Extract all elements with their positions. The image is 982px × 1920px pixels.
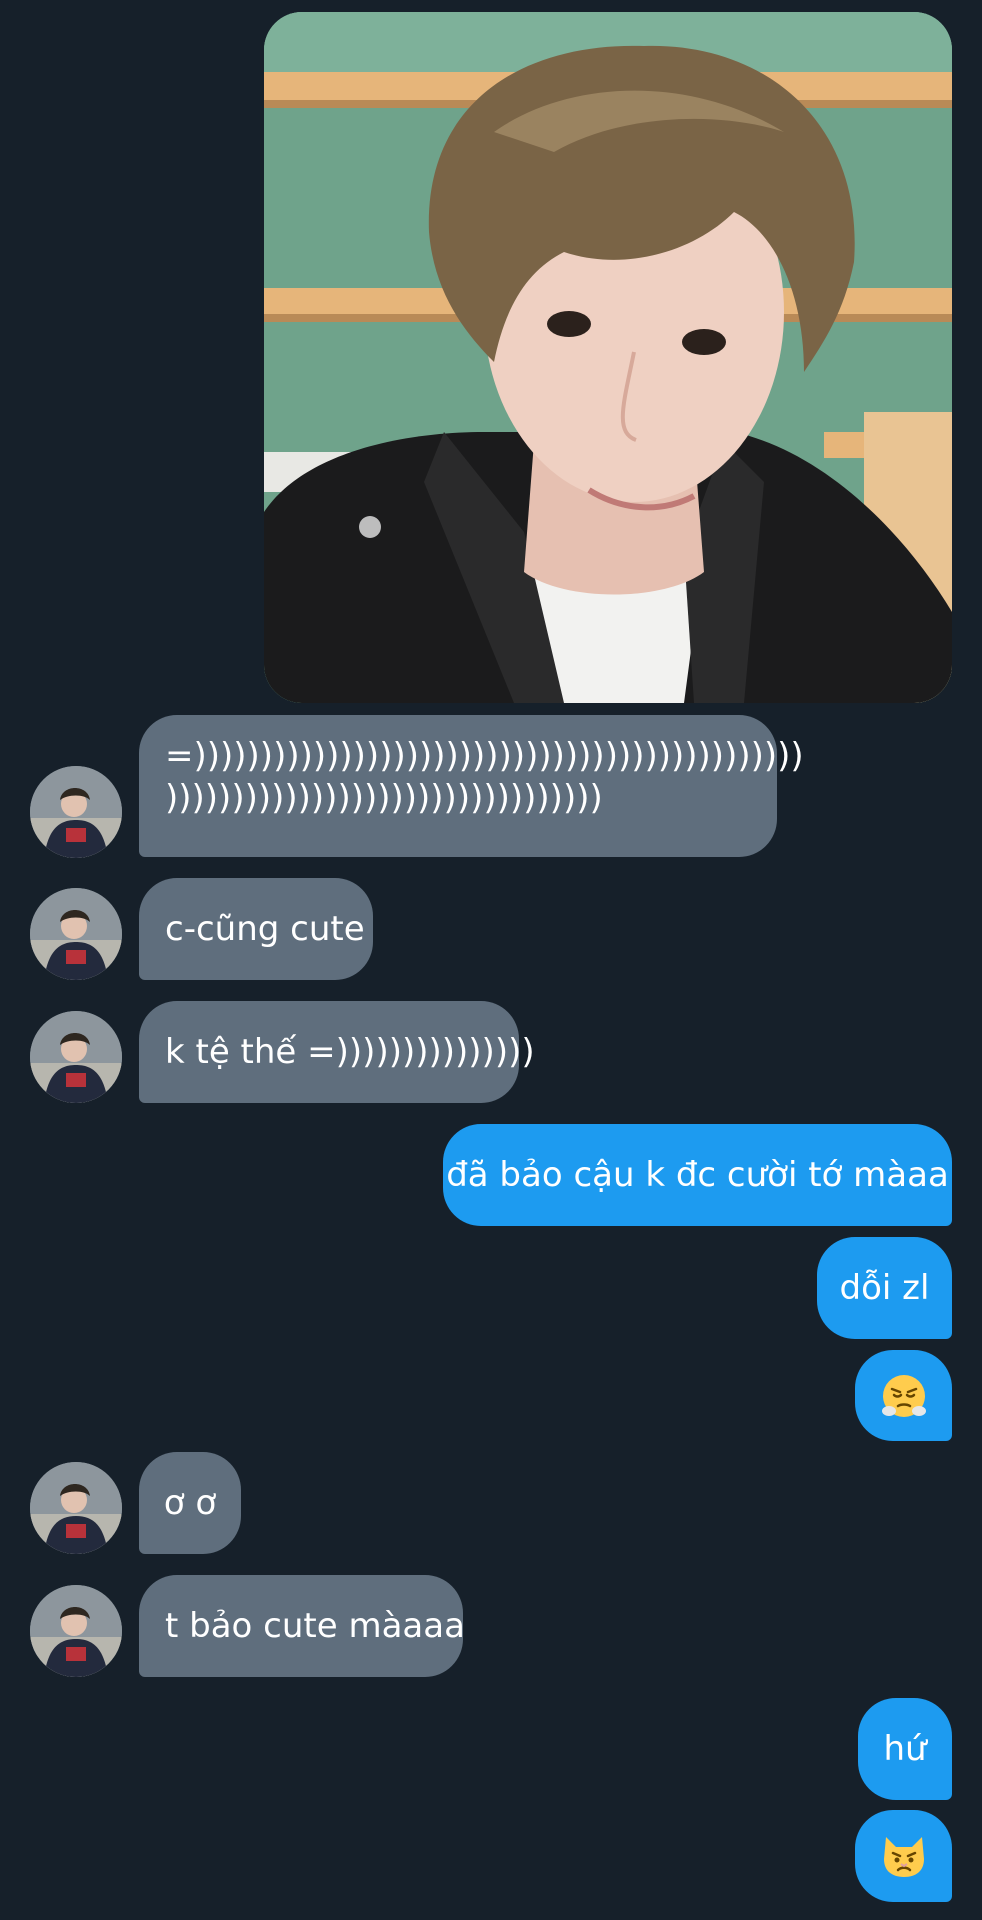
message-text: dỗi zl bbox=[839, 1268, 930, 1308]
outgoing-emoji-bubble[interactable] bbox=[855, 1810, 952, 1902]
face-with-steam-from-nose-icon bbox=[881, 1374, 926, 1417]
avatar-image bbox=[30, 1585, 122, 1677]
sender-avatar[interactable] bbox=[30, 766, 122, 858]
sent-photo[interactable] bbox=[264, 12, 952, 703]
dm-conversation-screen: =)))))))))))))))))))))))))))))))))))))))… bbox=[0, 0, 982, 1920]
sender-avatar[interactable] bbox=[30, 1462, 122, 1554]
message-text: c-cũng cute bbox=[165, 909, 365, 949]
avatar-image bbox=[30, 1462, 122, 1554]
avatar-image bbox=[30, 888, 122, 980]
avatar-image bbox=[30, 1011, 122, 1103]
message-text: ơ ơ bbox=[163, 1483, 217, 1523]
incoming-message-bubble[interactable]: k tệ thế =))))))))))))))) bbox=[139, 1001, 535, 1103]
sender-avatar[interactable] bbox=[30, 1585, 122, 1677]
outgoing-message-bubble[interactable]: đã bảo cậu k đc cười tớ màaa bbox=[443, 1124, 952, 1226]
sender-avatar[interactable] bbox=[30, 888, 122, 980]
incoming-message-bubble[interactable]: c-cũng cute bbox=[139, 878, 373, 980]
message-text: k tệ thế =))))))))))))))) bbox=[165, 1032, 535, 1072]
sender-avatar[interactable] bbox=[30, 1011, 122, 1103]
outgoing-message-bubble[interactable]: dỗi zl bbox=[817, 1237, 952, 1339]
avatar-image bbox=[30, 766, 122, 858]
message-text: đã bảo cậu k đc cười tớ màaa bbox=[446, 1155, 949, 1195]
pouting-cat-face-icon bbox=[883, 1837, 924, 1877]
incoming-message-bubble[interactable]: =)))))))))))))))))))))))))))))))))))))))… bbox=[139, 715, 804, 857]
outgoing-message-bubble[interactable]: hứ bbox=[858, 1698, 952, 1800]
incoming-message-bubble[interactable]: ơ ơ bbox=[139, 1452, 241, 1554]
message-text: t bảo cute màaaa bbox=[165, 1606, 465, 1646]
message-text: hứ bbox=[883, 1729, 927, 1769]
message-text-line: =)))))))))))))))))))))))))))))))))))))))… bbox=[165, 736, 804, 776]
message-text-line: ))))))))))))))))))))))))))))))))) bbox=[165, 778, 603, 818]
selfie-photo-image bbox=[264, 12, 952, 703]
incoming-message-bubble[interactable]: t bảo cute màaaa bbox=[139, 1575, 465, 1677]
outgoing-emoji-bubble[interactable] bbox=[855, 1350, 952, 1441]
